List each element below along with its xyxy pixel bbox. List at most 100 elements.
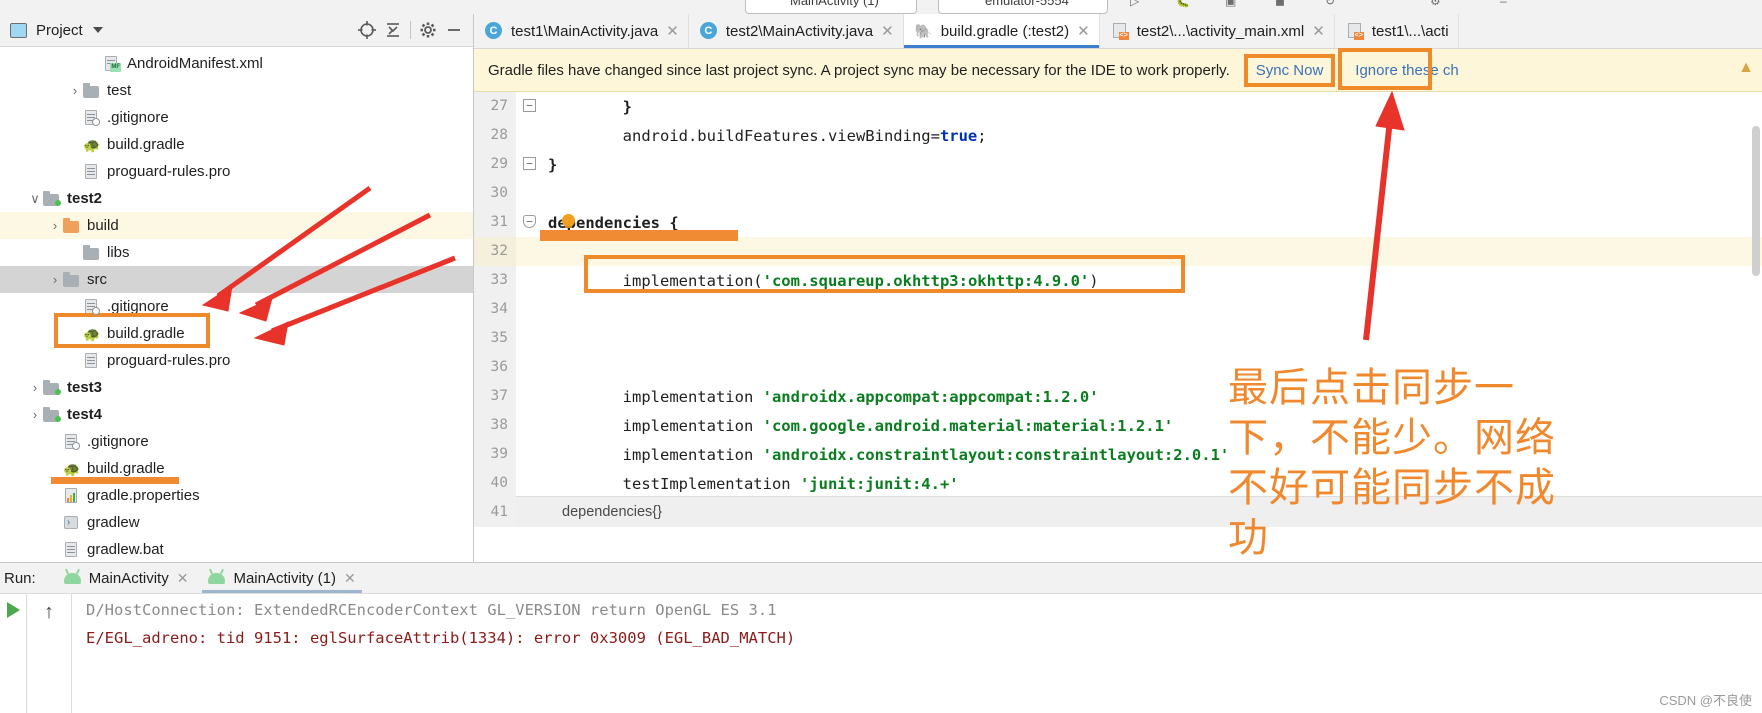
tree-item-label: proguard-rules.pro bbox=[107, 352, 231, 369]
fold-column bbox=[516, 266, 544, 295]
code-line-28[interactable]: 28 android.buildFeatures.viewBinding=tru… bbox=[474, 121, 1762, 150]
code-line-34[interactable]: 34 bbox=[474, 295, 1762, 324]
tree-item-proguard-rules-pro[interactable]: proguard-rules.pro bbox=[0, 158, 473, 185]
close-icon[interactable]: ✕ bbox=[1312, 22, 1325, 40]
project-panel-title: Project bbox=[36, 21, 83, 39]
fold-collapse-icon[interactable]: − bbox=[523, 99, 536, 112]
close-icon[interactable]: ✕ bbox=[1077, 22, 1090, 40]
sync-icon[interactable]: ↻ bbox=[1325, 0, 1335, 8]
tree-item-label: build bbox=[87, 217, 119, 234]
editor-tab-label: test2\MainActivity.java bbox=[725, 22, 874, 40]
line-number: 27 bbox=[474, 92, 516, 121]
marker-bar-line32 bbox=[540, 230, 738, 241]
stop-icon[interactable]: ◼ bbox=[1275, 0, 1285, 8]
watermark: CSDN @不良使 bbox=[1659, 693, 1752, 708]
editor-tab-label: build.gradle (:test2) bbox=[940, 22, 1070, 40]
run-actions-gutter-2[interactable]: ↑ bbox=[27, 594, 72, 713]
fold-collapse-icon[interactable]: − bbox=[523, 215, 536, 228]
editor-tab-0[interactable]: test1\MainActivity.java ✕ bbox=[474, 14, 689, 48]
tree-item-build-gradle[interactable]: 🐢 build.gradle bbox=[0, 131, 473, 158]
editor-tab-3[interactable]: test2\...\activity_main.xml ✕ bbox=[1100, 14, 1335, 48]
code-line-35[interactable]: 35 bbox=[474, 324, 1762, 353]
tree-item-libs[interactable]: libs bbox=[0, 239, 473, 266]
intention-bulb-icon[interactable] bbox=[562, 214, 575, 228]
close-icon[interactable]: ✕ bbox=[666, 22, 679, 40]
highlight-box-okhttp-dependency bbox=[584, 255, 1185, 293]
run-actions-gutter[interactable] bbox=[0, 594, 27, 713]
tree-item-test3[interactable]: › test3 bbox=[0, 374, 473, 401]
editor-tab-1[interactable]: test2\MainActivity.java ✕ bbox=[689, 14, 904, 48]
chevron-right-icon[interactable]: › bbox=[48, 272, 62, 287]
code-token: ; bbox=[977, 126, 987, 145]
tree-item--gitignore[interactable]: .gitignore bbox=[0, 428, 473, 455]
chevron-right-icon[interactable]: › bbox=[28, 380, 42, 395]
fold-column bbox=[516, 440, 544, 469]
editor-tab-4[interactable]: test1\...\acti bbox=[1335, 14, 1459, 48]
chevron-down-icon[interactable] bbox=[92, 27, 103, 33]
run-icon[interactable]: ▷ bbox=[1130, 0, 1139, 8]
tree-item-gradlew-bat[interactable]: gradlew.bat bbox=[0, 536, 473, 562]
code-text: testImplementation 'junit:junit:4.+' bbox=[544, 475, 1762, 493]
console-output[interactable]: D/HostConnection: ExtendedRCEncoderConte… bbox=[72, 594, 1762, 713]
fold-column bbox=[516, 382, 544, 411]
underline-build-gradle-root bbox=[51, 477, 179, 484]
tree-item-test2[interactable]: ∨ test2 bbox=[0, 185, 473, 212]
line-number: 34 bbox=[474, 295, 516, 324]
editor-tab-bar[interactable]: test1\MainActivity.java✕test2\MainActivi… bbox=[474, 14, 1762, 49]
run-tab-bar[interactable]: Run: MainActivity ✕ MainActivity (1) ✕ bbox=[0, 563, 1762, 594]
tree-item--gitignore[interactable]: .gitignore bbox=[0, 104, 473, 131]
profile-icon[interactable]: ▣ bbox=[1225, 0, 1236, 8]
code-text: } bbox=[544, 98, 1762, 116]
folder-icon bbox=[82, 82, 101, 99]
run-tab-0[interactable]: MainActivity ✕ bbox=[54, 563, 199, 593]
line-number: 31 bbox=[474, 208, 516, 237]
xml-layout-icon bbox=[1111, 22, 1129, 40]
minimize-icon[interactable] bbox=[441, 17, 467, 43]
close-icon[interactable]: ✕ bbox=[177, 570, 189, 587]
code-token: } bbox=[622, 97, 632, 116]
chevron-down-icon[interactable]: ∨ bbox=[28, 191, 42, 207]
close-icon[interactable]: ✕ bbox=[881, 22, 894, 40]
tree-item-label: AndroidManifest.xml bbox=[127, 55, 263, 72]
console-line-0: D/HostConnection: ExtendedRCEncoderConte… bbox=[86, 601, 777, 619]
tree-item-proguard-rules-pro[interactable]: proguard-rules.pro bbox=[0, 347, 473, 374]
line-number: 37 bbox=[474, 382, 516, 411]
folder-orange-icon bbox=[62, 217, 81, 234]
code-line-30[interactable]: 30 bbox=[474, 179, 1762, 208]
tree-item-label: test3 bbox=[67, 379, 103, 396]
chevron-right-icon[interactable]: › bbox=[68, 83, 82, 98]
project-tree[interactable]: MF AndroidManifest.xml › test .gitignore 🐢 bui… bbox=[0, 47, 473, 562]
breadcrumb-text: dependencies{} bbox=[562, 504, 662, 520]
code-line-27[interactable]: 27− } bbox=[474, 92, 1762, 121]
debug-icon[interactable]: 🐛 bbox=[1175, 0, 1190, 8]
avd-icon[interactable]: ⚙ bbox=[1430, 0, 1441, 8]
editor-scrollbar[interactable] bbox=[1752, 126, 1760, 276]
tree-item-build[interactable]: › build bbox=[0, 212, 473, 239]
code-token: 'androidx.appcompat:appcompat:1.2.0' bbox=[762, 387, 1099, 406]
tree-item-test4[interactable]: › test4 bbox=[0, 401, 473, 428]
tree-item-label: .gitignore bbox=[107, 109, 169, 126]
run-tab-1[interactable]: MainActivity (1) ✕ bbox=[198, 563, 365, 593]
code-line-29[interactable]: 29−} bbox=[474, 150, 1762, 179]
tree-item-androidmanifest-xml[interactable]: MF AndroidManifest.xml bbox=[0, 50, 473, 77]
banner-message: Gradle files have changed since last pro… bbox=[488, 61, 1230, 79]
close-icon[interactable]: ✕ bbox=[344, 570, 356, 587]
sync-now-link[interactable]: Sync Now bbox=[1243, 53, 1336, 87]
gear-icon[interactable] bbox=[415, 17, 441, 43]
code-text: implementation 'androidx.constraintlayou… bbox=[544, 446, 1762, 464]
more-icon[interactable]: – bbox=[1500, 0, 1507, 8]
fold-column bbox=[516, 469, 544, 498]
fold-collapse-icon[interactable]: − bbox=[523, 157, 536, 170]
chevron-right-icon[interactable]: › bbox=[28, 407, 42, 422]
editor-tab-2[interactable]: build.gradle (:test2) ✕ bbox=[903, 14, 1100, 48]
crosshair-icon[interactable] bbox=[354, 17, 380, 43]
tree-item-src[interactable]: › src bbox=[0, 266, 473, 293]
fold-column: − bbox=[516, 92, 544, 121]
tree-item-test[interactable]: › test bbox=[0, 77, 473, 104]
tree-item-gradlew[interactable]: › gradlew bbox=[0, 509, 473, 536]
up-arrow-icon[interactable]: ↑ bbox=[44, 602, 54, 622]
tree-item-gradle-properties[interactable]: gradle.properties bbox=[0, 482, 473, 509]
chevron-right-icon[interactable]: › bbox=[48, 218, 62, 233]
play-icon[interactable] bbox=[6, 602, 20, 618]
collapse-all-icon[interactable] bbox=[380, 17, 406, 43]
